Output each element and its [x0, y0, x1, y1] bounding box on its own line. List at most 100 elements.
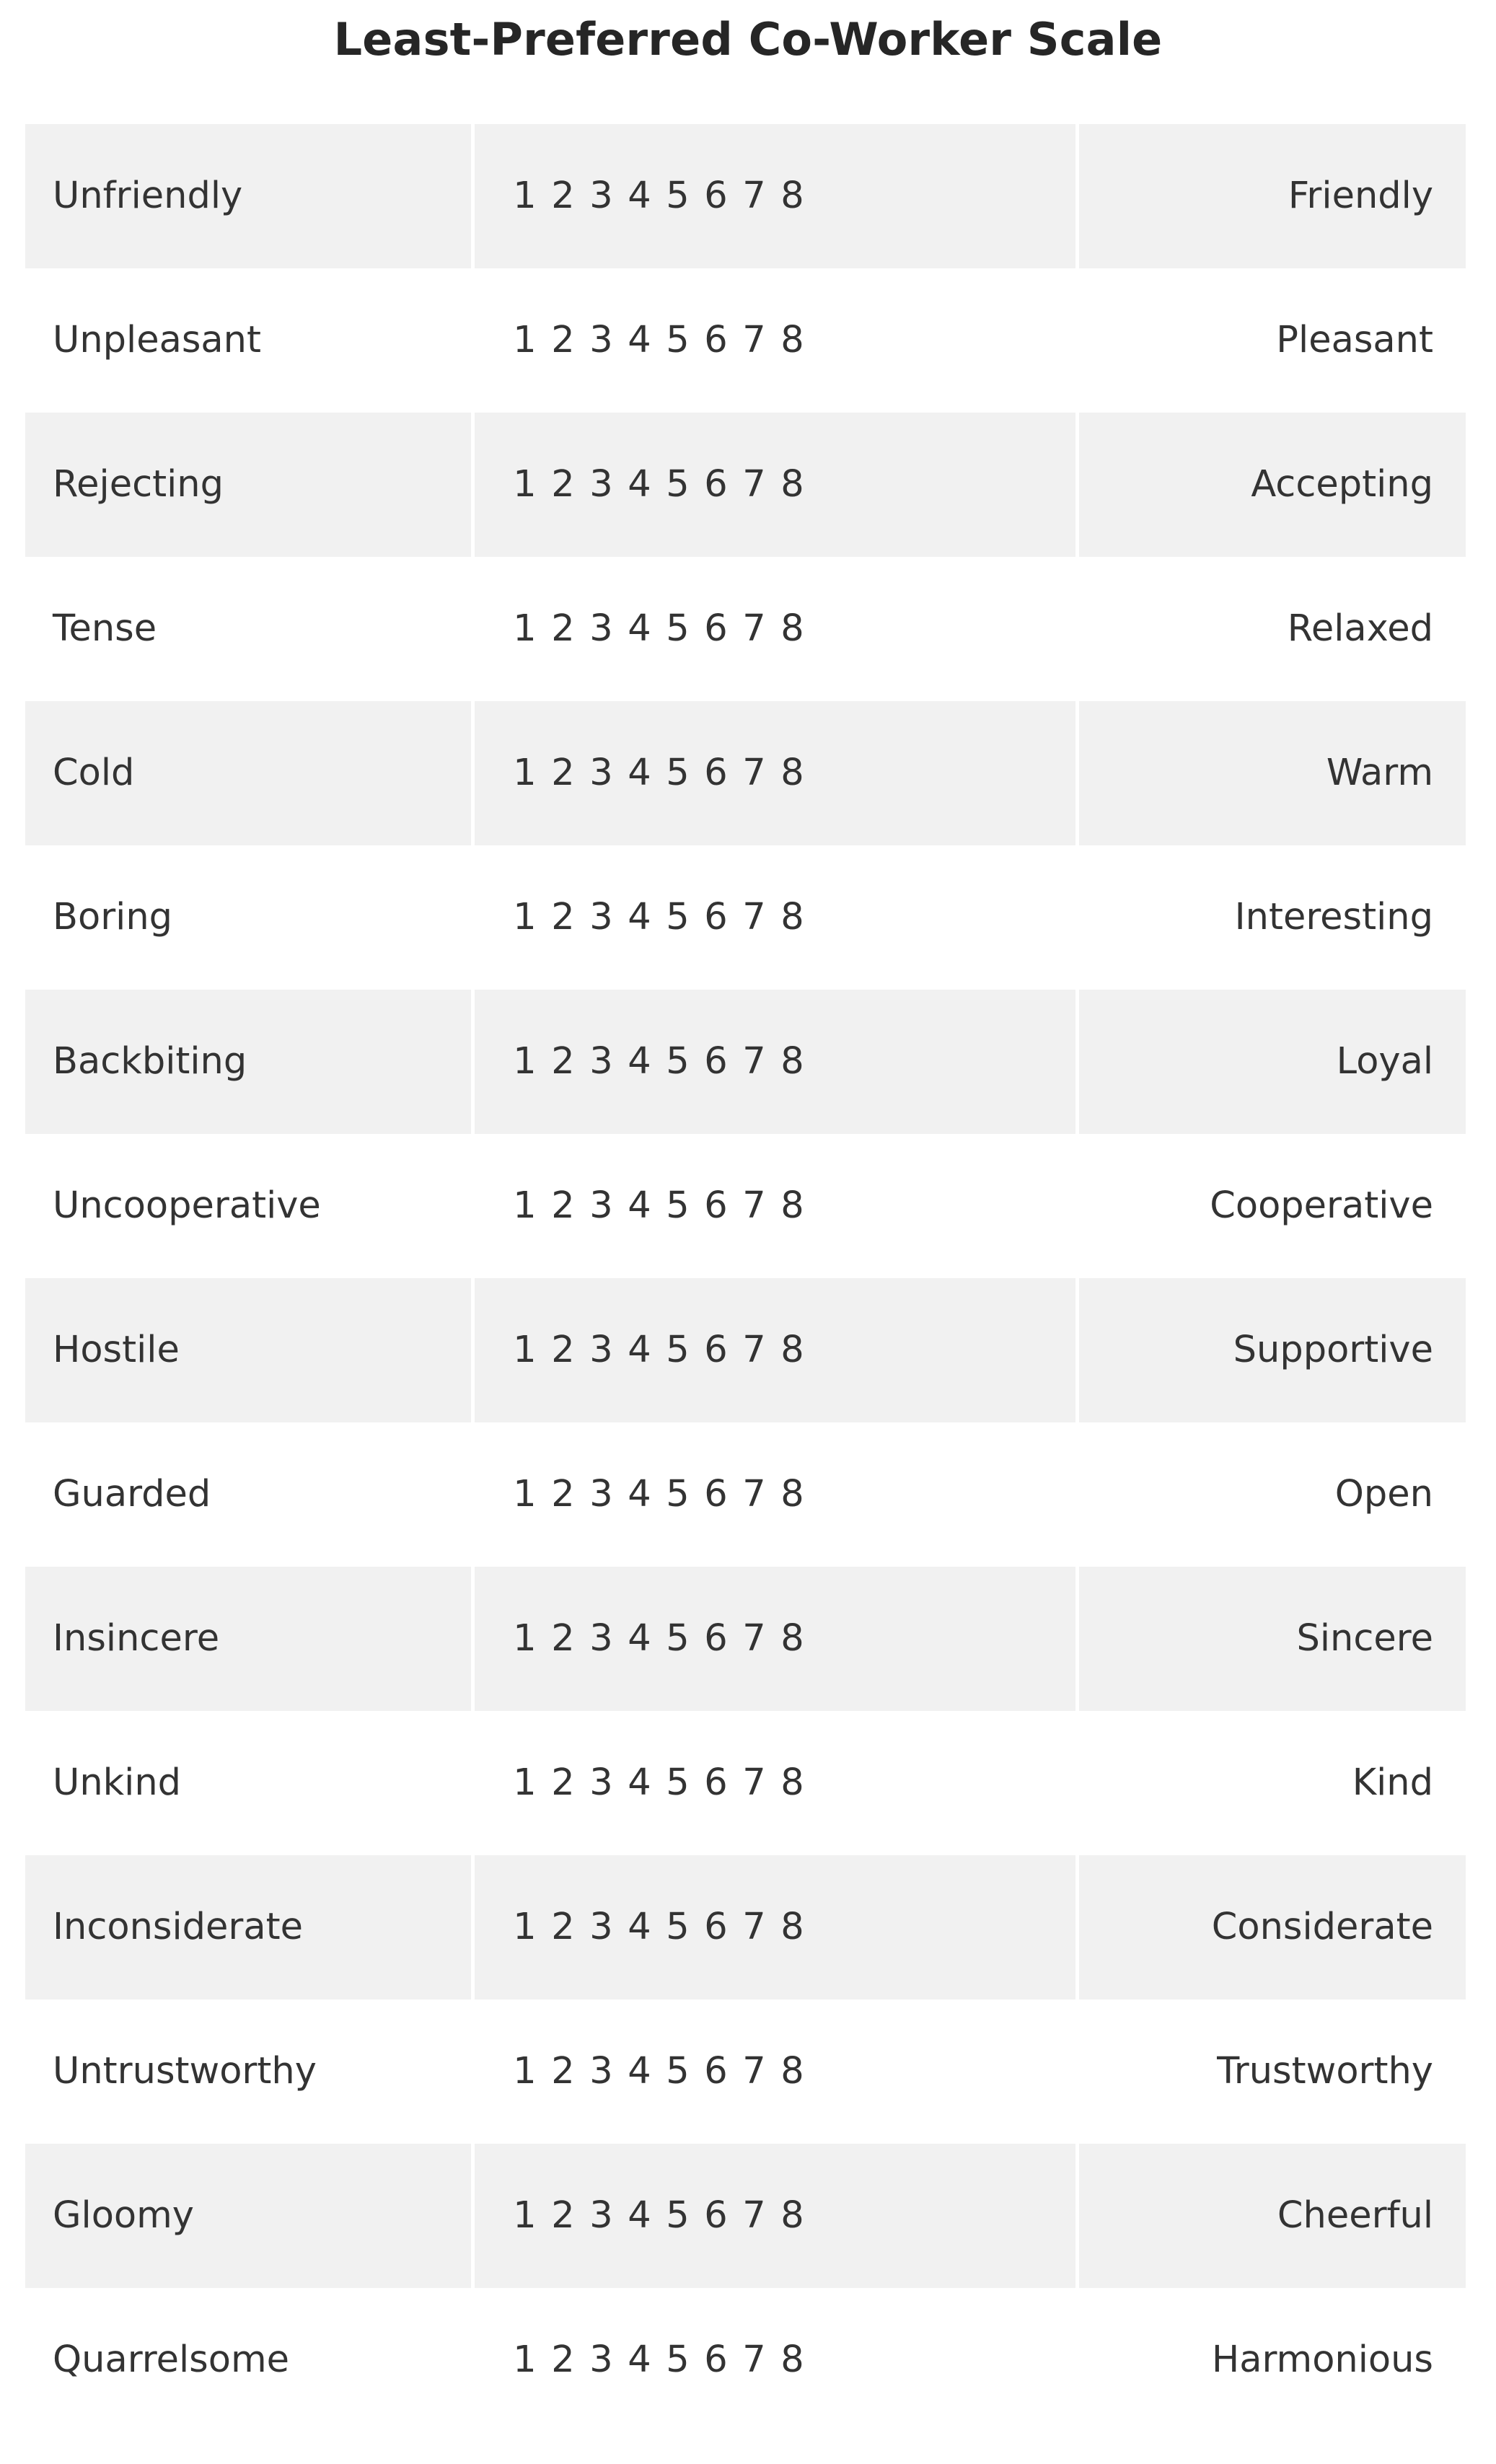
rating-option-1[interactable]: 1 — [506, 1618, 544, 1659]
rating-option-6[interactable]: 6 — [697, 1329, 735, 1370]
rating-option-5[interactable]: 5 — [659, 1762, 697, 1803]
rating-option-4[interactable]: 4 — [620, 2339, 659, 2380]
rating-option-8[interactable]: 8 — [773, 320, 811, 361]
rating-option-7[interactable]: 7 — [735, 1762, 773, 1803]
rating-option-4[interactable]: 4 — [620, 752, 659, 793]
rating-scale-cell[interactable]: 12345678 — [475, 124, 1075, 268]
rating-scale-cell[interactable]: 12345678 — [475, 1711, 1075, 1855]
rating-option-2[interactable]: 2 — [544, 1185, 582, 1226]
rating-option-1[interactable]: 1 — [506, 1474, 544, 1515]
rating-option-7[interactable]: 7 — [735, 897, 773, 938]
rating-option-5[interactable]: 5 — [659, 2195, 697, 2236]
rating-option-6[interactable]: 6 — [697, 1474, 735, 1515]
rating-option-7[interactable]: 7 — [735, 2051, 773, 2092]
rating-option-2[interactable]: 2 — [544, 2339, 582, 2380]
rating-scale-cell[interactable]: 12345678 — [475, 268, 1075, 413]
rating-option-3[interactable]: 3 — [582, 2051, 620, 2092]
rating-scale-cell[interactable]: 12345678 — [475, 1134, 1075, 1278]
rating-option-3[interactable]: 3 — [582, 464, 620, 505]
rating-scale-cell[interactable]: 12345678 — [475, 1278, 1075, 1422]
rating-option-2[interactable]: 2 — [544, 1762, 582, 1803]
rating-scale-cell[interactable]: 12345678 — [475, 701, 1075, 845]
rating-option-1[interactable]: 1 — [506, 2339, 544, 2380]
rating-option-7[interactable]: 7 — [735, 2195, 773, 2236]
rating-option-2[interactable]: 2 — [544, 2051, 582, 2092]
rating-option-4[interactable]: 4 — [620, 1618, 659, 1659]
rating-option-2[interactable]: 2 — [544, 1474, 582, 1515]
rating-option-5[interactable]: 5 — [659, 1906, 697, 1948]
rating-option-6[interactable]: 6 — [697, 1041, 735, 1082]
rating-option-4[interactable]: 4 — [620, 1762, 659, 1803]
rating-option-1[interactable]: 1 — [506, 2051, 544, 2092]
rating-option-4[interactable]: 4 — [620, 2195, 659, 2236]
rating-option-3[interactable]: 3 — [582, 1329, 620, 1370]
rating-option-5[interactable]: 5 — [659, 608, 697, 649]
rating-option-1[interactable]: 1 — [506, 1041, 544, 1082]
rating-option-8[interactable]: 8 — [773, 175, 811, 216]
rating-option-2[interactable]: 2 — [544, 608, 582, 649]
rating-scale-cell[interactable]: 12345678 — [475, 413, 1075, 557]
rating-option-3[interactable]: 3 — [582, 608, 620, 649]
rating-option-1[interactable]: 1 — [506, 1185, 544, 1226]
rating-option-7[interactable]: 7 — [735, 175, 773, 216]
rating-option-6[interactable]: 6 — [697, 2195, 735, 2236]
rating-option-8[interactable]: 8 — [773, 608, 811, 649]
rating-scale-cell[interactable]: 12345678 — [475, 557, 1075, 701]
rating-option-3[interactable]: 3 — [582, 752, 620, 793]
rating-option-3[interactable]: 3 — [582, 2339, 620, 2380]
rating-option-7[interactable]: 7 — [735, 2339, 773, 2380]
rating-option-4[interactable]: 4 — [620, 1041, 659, 1082]
rating-option-1[interactable]: 1 — [506, 897, 544, 938]
rating-option-2[interactable]: 2 — [544, 1041, 582, 1082]
rating-option-3[interactable]: 3 — [582, 1041, 620, 1082]
rating-option-3[interactable]: 3 — [582, 1906, 620, 1948]
rating-option-7[interactable]: 7 — [735, 1906, 773, 1948]
rating-option-3[interactable]: 3 — [582, 1474, 620, 1515]
rating-option-5[interactable]: 5 — [659, 1474, 697, 1515]
rating-option-4[interactable]: 4 — [620, 320, 659, 361]
rating-option-7[interactable]: 7 — [735, 320, 773, 361]
rating-option-6[interactable]: 6 — [697, 2051, 735, 2092]
rating-option-8[interactable]: 8 — [773, 1041, 811, 1082]
rating-option-2[interactable]: 2 — [544, 1329, 582, 1370]
rating-option-2[interactable]: 2 — [544, 175, 582, 216]
rating-option-8[interactable]: 8 — [773, 2339, 811, 2380]
rating-option-5[interactable]: 5 — [659, 897, 697, 938]
rating-scale-cell[interactable]: 12345678 — [475, 2288, 1075, 2432]
rating-option-2[interactable]: 2 — [544, 897, 582, 938]
rating-option-2[interactable]: 2 — [544, 1618, 582, 1659]
rating-option-5[interactable]: 5 — [659, 320, 697, 361]
rating-option-1[interactable]: 1 — [506, 175, 544, 216]
rating-option-8[interactable]: 8 — [773, 897, 811, 938]
rating-option-7[interactable]: 7 — [735, 1618, 773, 1659]
rating-option-8[interactable]: 8 — [773, 1329, 811, 1370]
rating-option-4[interactable]: 4 — [620, 897, 659, 938]
rating-scale-cell[interactable]: 12345678 — [475, 845, 1075, 990]
rating-option-4[interactable]: 4 — [620, 175, 659, 216]
rating-option-4[interactable]: 4 — [620, 1474, 659, 1515]
rating-option-6[interactable]: 6 — [697, 897, 735, 938]
rating-option-4[interactable]: 4 — [620, 1329, 659, 1370]
rating-option-8[interactable]: 8 — [773, 1474, 811, 1515]
rating-option-6[interactable]: 6 — [697, 1185, 735, 1226]
rating-option-2[interactable]: 2 — [544, 2195, 582, 2236]
rating-option-3[interactable]: 3 — [582, 320, 620, 361]
rating-scale-cell[interactable]: 12345678 — [475, 2144, 1075, 2288]
rating-option-4[interactable]: 4 — [620, 1906, 659, 1948]
rating-option-6[interactable]: 6 — [697, 1762, 735, 1803]
rating-option-6[interactable]: 6 — [697, 2339, 735, 2380]
rating-option-5[interactable]: 5 — [659, 1185, 697, 1226]
rating-option-1[interactable]: 1 — [506, 1329, 544, 1370]
rating-option-3[interactable]: 3 — [582, 2195, 620, 2236]
rating-option-7[interactable]: 7 — [735, 1329, 773, 1370]
rating-option-1[interactable]: 1 — [506, 1762, 544, 1803]
rating-option-8[interactable]: 8 — [773, 1185, 811, 1226]
rating-option-8[interactable]: 8 — [773, 752, 811, 793]
rating-option-1[interactable]: 1 — [506, 608, 544, 649]
rating-option-3[interactable]: 3 — [582, 175, 620, 216]
rating-option-5[interactable]: 5 — [659, 464, 697, 505]
rating-option-3[interactable]: 3 — [582, 897, 620, 938]
rating-option-1[interactable]: 1 — [506, 752, 544, 793]
rating-option-3[interactable]: 3 — [582, 1762, 620, 1803]
rating-option-5[interactable]: 5 — [659, 752, 697, 793]
